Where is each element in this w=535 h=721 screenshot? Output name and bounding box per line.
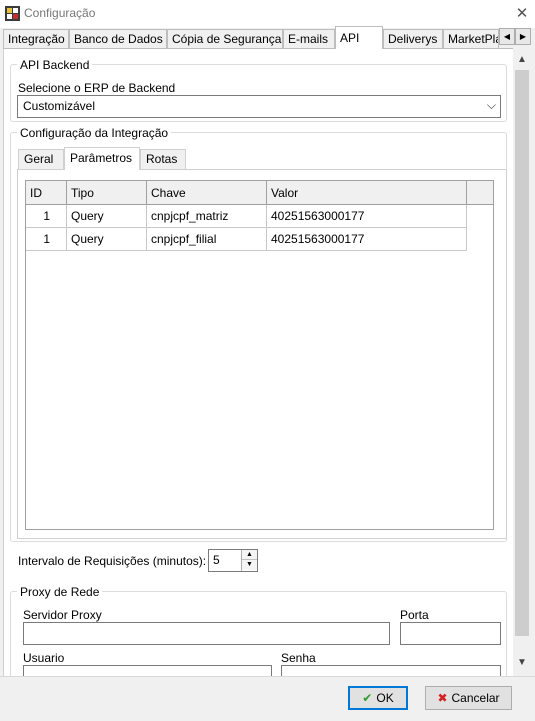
tab-marketplace[interactable]: MarketPla (443, 29, 499, 48)
proxy-port-input[interactable] (400, 622, 501, 645)
proxy-port-label: Porta (400, 608, 429, 622)
cross-icon: ✖ (437, 691, 448, 705)
subtab-geral[interactable]: Geral (18, 149, 64, 169)
interval-value: 5 (213, 553, 220, 567)
tab-banco-de-dados[interactable]: Banco de Dados (69, 29, 167, 48)
proxy-password-input[interactable] (281, 665, 501, 676)
proxy-user-label: Usuario (23, 651, 65, 665)
grid-header-chave[interactable]: Chave (147, 181, 267, 205)
grid-cell-valor[interactable]: 40251563000177 (267, 228, 467, 251)
grid-cell-id[interactable]: 1 (26, 228, 67, 251)
stepper-down-icon[interactable]: ▼ (242, 560, 257, 570)
close-icon[interactable]: ✕ (511, 3, 533, 25)
interval-stepper[interactable]: 5 ▲ ▼ (208, 549, 258, 572)
grid-cell-chave[interactable]: cnpjcpf_matriz (147, 205, 267, 228)
cancel-button-label: Cancelar (451, 691, 500, 705)
api-backend-title: API Backend (17, 58, 93, 72)
app-icon (5, 6, 20, 21)
grid-header-valor[interactable]: Valor (267, 181, 467, 205)
tab-deliverys[interactable]: Deliverys (383, 29, 443, 48)
grid-cell-valor[interactable]: 40251563000177 (267, 205, 467, 228)
tab-emails[interactable]: E-mails (283, 29, 335, 48)
tab-copia-de-seguranca[interactable]: Cópia de Segurança (167, 29, 283, 48)
grid-cell-tipo[interactable]: Query (67, 205, 147, 228)
parameters-grid[interactable]: ID Tipo Chave Valor 1 Query cnpjcpf_matr… (25, 180, 494, 530)
tab-integracao[interactable]: Integração (3, 29, 69, 48)
scroll-down-icon[interactable]: ▼ (513, 655, 531, 671)
footer-divider (0, 676, 535, 677)
check-icon: ✔ (362, 691, 373, 705)
erp-label: Selecione o ERP de Backend (18, 81, 176, 95)
stepper-buttons: ▲ ▼ (241, 550, 257, 571)
proxy-server-input[interactable] (23, 622, 390, 645)
grid-header-tipo[interactable]: Tipo (67, 181, 147, 205)
stepper-up-icon[interactable]: ▲ (242, 550, 257, 560)
ok-button[interactable]: ✔ OK (348, 686, 408, 710)
title-bar: Configuração ✕ (0, 0, 535, 28)
grid-header-filler (467, 181, 493, 205)
subtab-parametros[interactable]: Parâmetros (64, 147, 140, 170)
scroll-thumb[interactable] (515, 70, 529, 636)
grid-header-id[interactable]: ID (26, 181, 67, 205)
grid-cell-id[interactable]: 1 (26, 205, 67, 228)
tab-scroll-left-icon[interactable]: ◀ (499, 28, 515, 45)
proxy-user-input[interactable] (23, 665, 272, 676)
interval-label: Intervalo de Requisições (minutos): (18, 554, 207, 568)
grid-cell-chave[interactable]: cnpjcpf_filial (147, 228, 267, 251)
integration-title: Configuração da Integração (17, 126, 172, 140)
cancel-button[interactable]: ✖ Cancelar (425, 686, 512, 710)
grid-cell-tipo[interactable]: Query (67, 228, 147, 251)
proxy-password-label: Senha (281, 651, 316, 665)
erp-select-value: Customizável (23, 99, 96, 113)
scroll-up-icon[interactable]: ▲ (513, 52, 531, 68)
tab-scroll-right-icon[interactable]: ▶ (515, 28, 531, 45)
tab-api[interactable]: API (335, 26, 383, 49)
erp-select[interactable]: Customizável ⌵ (17, 95, 501, 118)
proxy-title: Proxy de Rede (17, 585, 103, 599)
ok-button-label: OK (376, 691, 394, 705)
chevron-down-icon: ⌵ (486, 98, 496, 112)
window-title: Configuração (24, 6, 96, 20)
subtab-rotas[interactable]: Rotas (140, 149, 186, 169)
proxy-server-label: Servidor Proxy (23, 608, 102, 622)
